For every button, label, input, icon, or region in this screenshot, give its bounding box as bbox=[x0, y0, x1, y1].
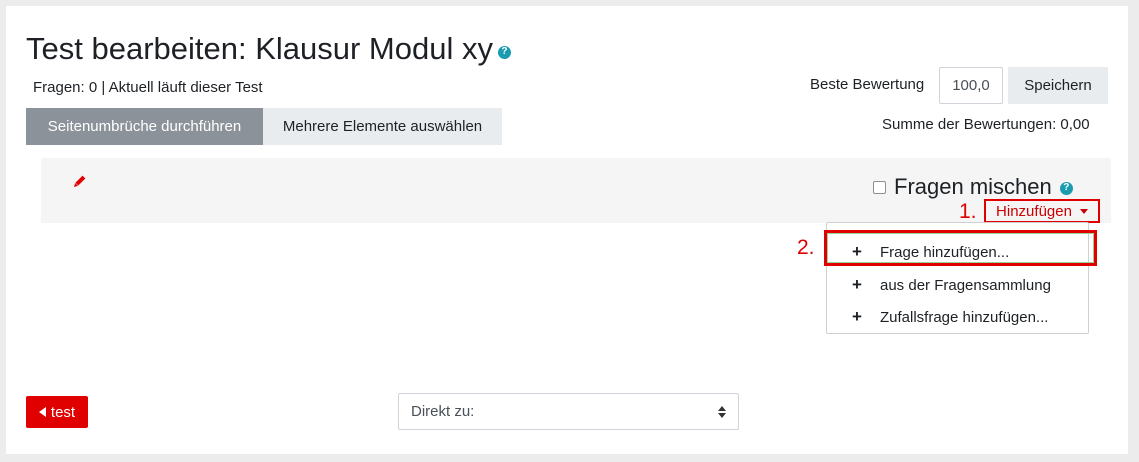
plus-icon: + bbox=[852, 307, 862, 326]
page-title-text: Test bearbeiten: Klausur Modul xy bbox=[26, 31, 493, 66]
main-card: Test bearbeiten: Klausur Modul xy ? Frag… bbox=[6, 6, 1128, 454]
select-arrows-icon bbox=[718, 405, 726, 418]
add-dropdown-toggle[interactable]: Hinzufügen bbox=[984, 199, 1100, 223]
caret-down-icon bbox=[1079, 209, 1088, 214]
max-grade-input[interactable] bbox=[939, 67, 1003, 104]
menu-item-random-question[interactable]: + Zufallsfrage hinzufügen... bbox=[827, 301, 1088, 333]
add-dropdown-menu: + Frage hinzufügen... + aus der Fragensa… bbox=[826, 222, 1089, 334]
plus-icon: + bbox=[852, 242, 862, 261]
save-button[interactable]: Speichern bbox=[1008, 67, 1108, 104]
previous-activity-label: test bbox=[50, 403, 76, 421]
jump-to-select[interactable]: Direkt zu: bbox=[398, 393, 739, 430]
pencil-icon[interactable] bbox=[71, 174, 87, 190]
max-grade-label: Beste Bewertung bbox=[810, 76, 925, 93]
total-grades: Summe der Bewertungen: 0,00 bbox=[882, 116, 1090, 133]
shuffle-questions: Fragen mischen ? bbox=[873, 174, 1073, 200]
triangle-left-icon bbox=[38, 407, 46, 417]
plus-icon: + bbox=[852, 275, 862, 294]
select-multiple-button[interactable]: Mehrere Elemente auswählen bbox=[263, 108, 502, 145]
menu-item-from-question-bank[interactable]: + aus der Fragensammlung bbox=[827, 269, 1088, 301]
repaginate-button[interactable]: Seitenumbrüche durchführen bbox=[26, 108, 263, 145]
quiz-status: Fragen: 0 | Aktuell läuft dieser Test bbox=[33, 79, 263, 96]
menu-item-label: Frage hinzufügen... bbox=[880, 243, 1010, 261]
jump-to-label: Direkt zu: bbox=[411, 403, 475, 420]
shuffle-checkbox[interactable] bbox=[873, 180, 886, 194]
step-marker-2: 2. bbox=[797, 236, 815, 259]
help-icon[interactable]: ? bbox=[497, 45, 511, 59]
menu-item-label: aus der Fragensammlung bbox=[880, 276, 1051, 294]
add-dropdown-label: Hinzufügen bbox=[996, 202, 1072, 220]
menu-item-label: Zufallsfrage hinzufügen... bbox=[880, 308, 1049, 326]
previous-activity-button[interactable]: test bbox=[26, 396, 88, 428]
menu-item-add-question[interactable]: + Frage hinzufügen... bbox=[827, 236, 1088, 268]
step-marker-1: 1. bbox=[959, 200, 977, 223]
shuffle-label: Fragen mischen bbox=[894, 174, 1052, 199]
page-title: Test bearbeiten: Klausur Modul xy ? bbox=[26, 31, 511, 67]
shuffle-help-icon[interactable]: ? bbox=[1059, 181, 1073, 195]
